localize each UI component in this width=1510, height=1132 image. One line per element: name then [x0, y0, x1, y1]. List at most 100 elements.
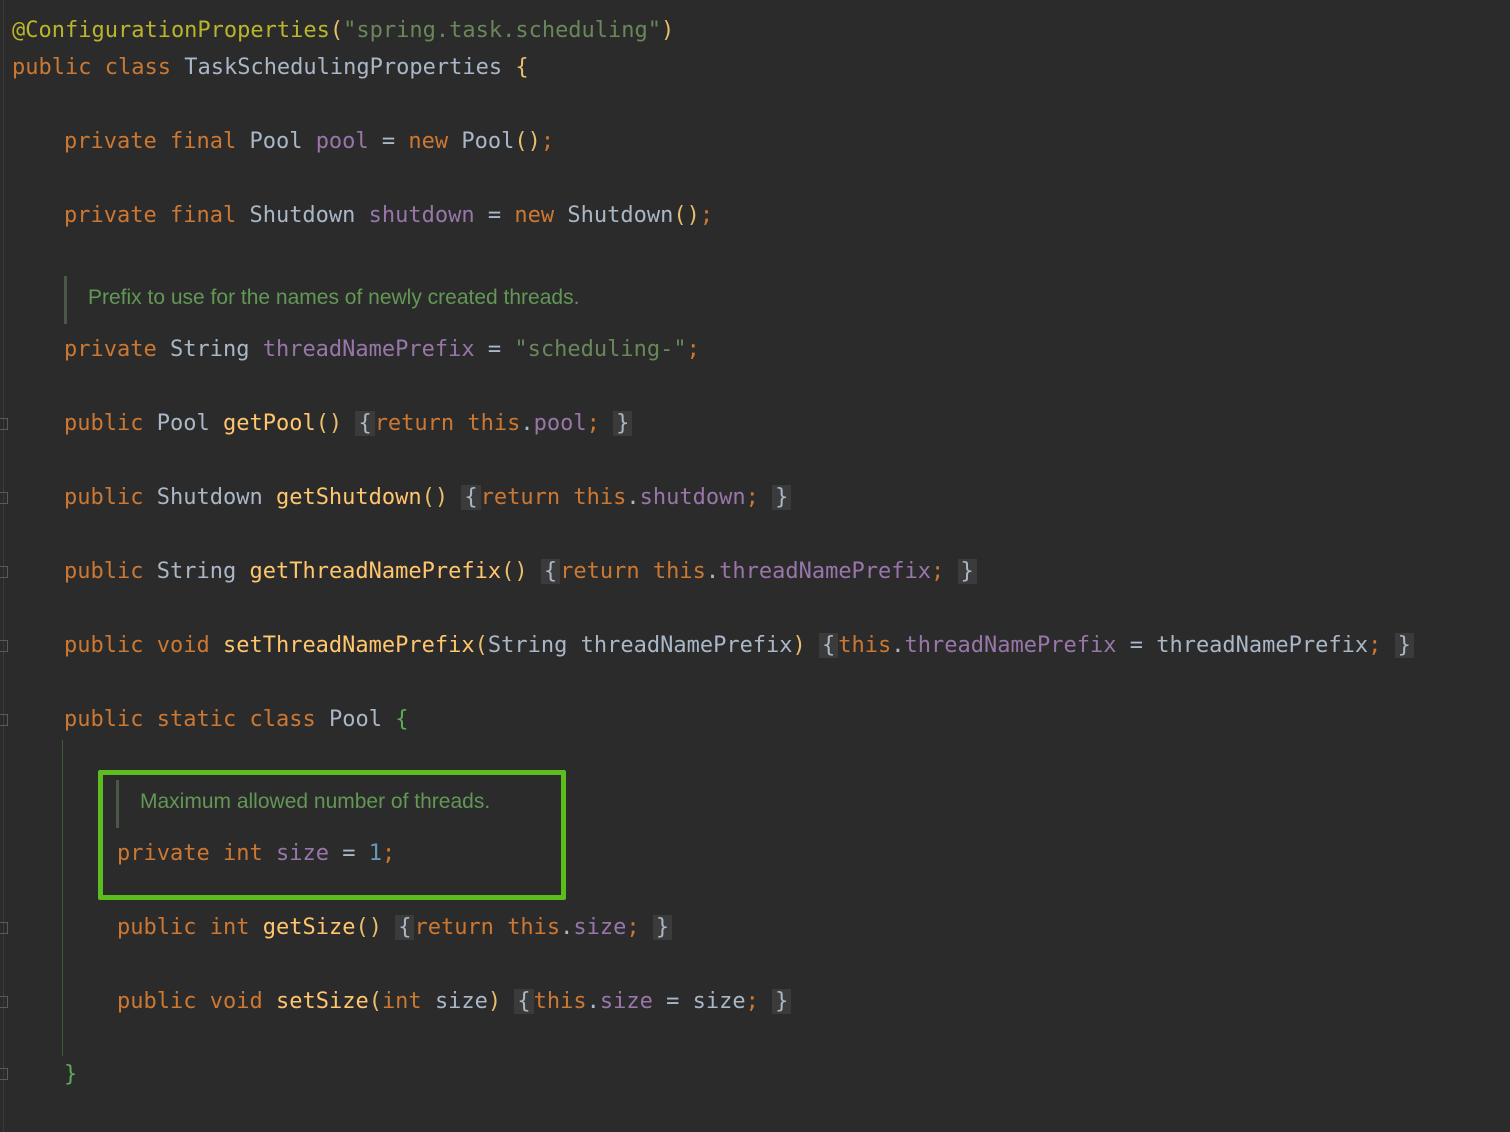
keyword-token: return — [560, 559, 640, 584]
doc-comment-prefix: Prefix to use for the names of newly cre… — [88, 286, 580, 309]
paren-token: () — [673, 203, 700, 228]
code-line-prefix-field[interactable]: private String threadNamePrefix = "sched… — [64, 335, 700, 365]
keyword-token: private — [64, 203, 157, 228]
paren-token: ( — [329, 18, 344, 43]
folded-brace-token[interactable]: } — [652, 915, 673, 940]
folded-brace-token[interactable]: { — [395, 915, 415, 940]
code-editor[interactable]: @ConfigurationProperties("spring.task.sc… — [0, 0, 1510, 1132]
paren-token: ( — [368, 989, 382, 1014]
highlight-box — [98, 770, 566, 900]
paren-token: ) — [487, 989, 502, 1014]
fold-marker-icon[interactable] — [0, 714, 8, 726]
field-token: threadNamePrefix — [262, 337, 475, 362]
keyword-token: static — [156, 707, 237, 732]
code-line-set-prefix[interactable]: public void setThreadNamePrefix(String t… — [64, 631, 1414, 661]
type-token: Pool — [156, 411, 210, 436]
type-token: Pool — [461, 129, 515, 154]
keyword-token: new — [514, 203, 555, 228]
parameter-token: size — [692, 989, 746, 1014]
field-token: threadNamePrefix — [719, 559, 932, 584]
method-name-token: getSize — [262, 915, 356, 940]
parameter-token: threadNamePrefix — [580, 633, 793, 658]
operator-token: = — [666, 989, 680, 1014]
semicolon-token: ; — [540, 129, 555, 154]
keyword-token: int — [209, 915, 250, 940]
keyword-token: private — [64, 129, 157, 154]
operator-token: = — [381, 129, 396, 154]
dot-token: . — [891, 633, 905, 658]
paren-token: () — [421, 485, 449, 510]
type-token: String — [487, 633, 568, 658]
folded-brace-token[interactable]: } — [613, 411, 633, 436]
annotation-token: @ConfigurationProperties — [12, 18, 330, 43]
paren-token: () — [514, 129, 541, 154]
dot-token: . — [586, 989, 600, 1014]
field-token: threadNamePrefix — [904, 633, 1117, 658]
semicolon-token: ; — [586, 411, 600, 436]
folded-brace-token[interactable]: } — [772, 485, 792, 510]
fold-marker-icon[interactable] — [0, 922, 8, 934]
paren-token: () — [501, 559, 528, 584]
fold-marker-icon[interactable] — [0, 566, 8, 578]
operator-token: = — [487, 203, 502, 228]
field-token: pool — [315, 129, 369, 154]
type-token: String — [156, 559, 237, 584]
fold-marker-icon[interactable] — [0, 492, 8, 504]
keyword-token: public — [64, 633, 144, 658]
field-token: pool — [533, 411, 587, 436]
folded-brace-token[interactable]: { — [540, 559, 561, 584]
folded-brace-token[interactable]: { — [514, 989, 534, 1014]
paren-token: ) — [661, 18, 675, 43]
dot-token: . — [626, 485, 640, 510]
keyword-token: this — [467, 411, 521, 436]
type-token: String — [169, 337, 250, 362]
class-name-token: Pool — [328, 707, 382, 732]
fold-marker-icon[interactable] — [0, 996, 8, 1008]
keyword-token: this — [573, 485, 627, 510]
folded-brace-token[interactable]: { — [355, 411, 375, 436]
operator-token: = — [1129, 633, 1143, 658]
keyword-token: return — [480, 485, 561, 510]
code-line-shutdown-field[interactable]: private final Shutdown shutdown = new Sh… — [64, 201, 713, 231]
code-line-get-shutdown[interactable]: public Shutdown getShutdown() {return th… — [64, 483, 792, 513]
code-line-pool-field[interactable]: private final Pool pool = new Pool(); — [64, 127, 554, 157]
keyword-token: public — [117, 989, 197, 1014]
code-line-pool-class[interactable]: public static class Pool { — [64, 705, 408, 735]
dot-token: . — [520, 411, 534, 436]
string-token: "spring.task.scheduling" — [343, 18, 662, 43]
keyword-token: this — [838, 633, 892, 658]
folded-brace-token[interactable]: } — [957, 559, 977, 584]
fold-marker-icon[interactable] — [0, 640, 8, 652]
field-token: shutdown — [639, 485, 746, 510]
code-line-annotation[interactable]: @ConfigurationProperties("spring.task.sc… — [12, 16, 674, 46]
code-line-class-declaration[interactable]: public class TaskSchedulingProperties { — [12, 53, 529, 83]
fold-marker-icon[interactable] — [0, 1068, 8, 1080]
folded-brace-token[interactable]: } — [772, 989, 792, 1014]
type-token: Shutdown — [156, 485, 263, 510]
keyword-token: class — [249, 707, 316, 732]
keyword-token: void — [156, 633, 210, 658]
type-token: Shutdown — [249, 203, 356, 228]
semicolon-token: ; — [931, 559, 945, 584]
folded-brace-token[interactable]: { — [461, 485, 481, 510]
method-name-token: setThreadNamePrefix — [222, 633, 475, 658]
keyword-token: final — [169, 129, 237, 154]
code-line-get-size[interactable]: public int getSize() {return this.size; … — [117, 913, 673, 943]
code-line-get-prefix[interactable]: public String getThreadNamePrefix() {ret… — [64, 557, 977, 587]
folded-brace-token[interactable]: { — [819, 633, 839, 658]
code-line-set-size[interactable]: public void setSize(int size) {this.size… — [117, 987, 792, 1017]
doc-comment-bar — [64, 276, 67, 324]
fold-marker-icon[interactable] — [0, 418, 8, 430]
keyword-token: this — [652, 559, 706, 584]
paren-token: () — [315, 411, 343, 436]
dot-token: . — [560, 915, 574, 940]
field-token: size — [599, 989, 653, 1014]
semicolon-token: ; — [686, 337, 700, 362]
code-line-get-pool[interactable]: public Pool getPool() {return this.pool;… — [64, 409, 633, 439]
code-line-pool-close[interactable]: } — [64, 1060, 77, 1090]
keyword-token: public — [64, 559, 144, 584]
paren-token: () — [355, 915, 382, 940]
field-token: shutdown — [368, 203, 475, 228]
method-name-token: setSize — [275, 989, 369, 1014]
folded-brace-token[interactable]: } — [1394, 633, 1414, 658]
